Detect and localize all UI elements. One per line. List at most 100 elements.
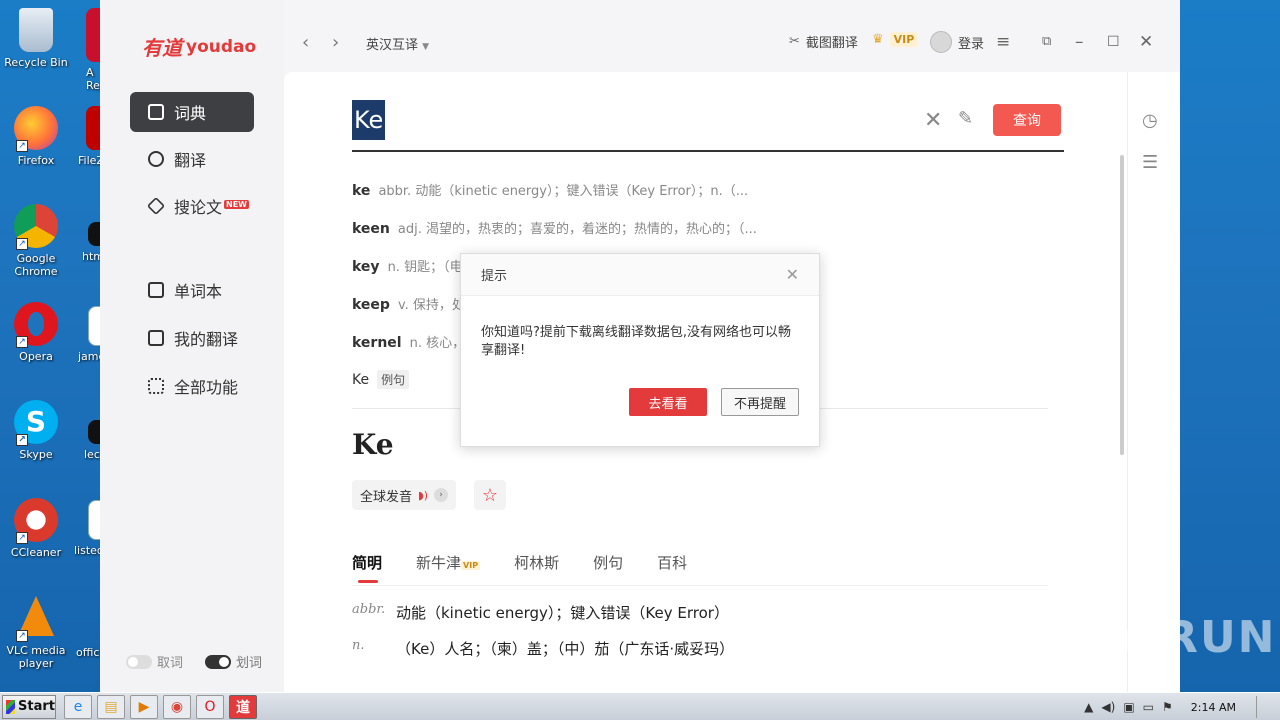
recycle-bin-icon: [19, 8, 53, 52]
chrome-icon: ↗: [14, 204, 58, 250]
power-icon[interactable]: ▭: [1143, 700, 1154, 714]
tab-concise[interactable]: 简明: [352, 552, 382, 585]
new-badge: NEW: [224, 199, 249, 209]
tab-encyclopedia[interactable]: 百科: [657, 552, 687, 585]
example-sentence-tag[interactable]: 例句: [377, 370, 410, 389]
desktop-icon-recycle-bin[interactable]: Recycle Bin: [0, 8, 72, 69]
definition-line: abbr. 动能（kinetic energy）；键入错误（Key Error）: [352, 602, 729, 622]
edit-document-icon: [148, 330, 164, 346]
wordbook-icon: [148, 282, 164, 298]
search-input[interactable]: Ke: [352, 100, 386, 140]
dont-remind-button[interactable]: 不再提醒: [721, 388, 799, 416]
dialog-title: 提示: [481, 269, 508, 284]
dictionary-tabs: 简明 新牛津 VIP 柯林斯 例句 百科: [352, 552, 1048, 586]
screenshot-translate-button[interactable]: ✂ 截图翻译: [789, 32, 858, 51]
menu-icon[interactable]: ≡: [996, 32, 1010, 52]
favorite-star-icon[interactable]: ☆: [474, 480, 506, 510]
vlc-icon: ↗: [14, 596, 58, 642]
skype-icon: S ↗: [14, 400, 58, 446]
go-see-button[interactable]: 去看看: [629, 388, 707, 416]
search-box[interactable]: Ke ✕ ✎ 查询: [352, 100, 1064, 152]
scissors-icon: ✂: [789, 34, 800, 49]
translate-icon: [148, 151, 164, 167]
forward-icon[interactable]: ›: [332, 32, 339, 53]
dialog-header: 提示 ✕: [461, 254, 819, 296]
suggestion-item[interactable]: keen adj. 渴望的，热衷的；喜爱的，着迷的；热情的，热心的；（...: [352, 218, 757, 237]
toggle-switch[interactable]: [205, 654, 232, 669]
desktop-icon-vlc[interactable]: ↗ VLC media player: [0, 596, 72, 670]
offline-tip-dialog: 提示 ✕ 你知道吗?提前下载离线翻译数据包,没有网络也可以畅享翻译! 去看看 不…: [460, 253, 820, 447]
toggle-switch[interactable]: [126, 654, 152, 669]
suggestion-item[interactable]: Ke 例句: [352, 370, 410, 389]
definition-line: n. （Ke）人名；（柬）盖；（中）茄（广东话·威妥玛）: [352, 638, 735, 658]
chevron-right-icon[interactable]: ›: [434, 488, 449, 502]
vip-button[interactable]: ♛ VIP: [872, 32, 919, 47]
opera-icon[interactable]: O: [196, 694, 224, 719]
tab-examples[interactable]: 例句: [593, 552, 623, 585]
headword: Ke: [352, 428, 394, 461]
network-icon[interactable]: ▣: [1123, 700, 1134, 714]
desktop-icon-ccleaner[interactable]: ↗ CCleaner: [0, 498, 72, 559]
suggestion-item[interactable]: ke abbr. 动能（kinetic energy）；键入错误（Key Err…: [352, 180, 748, 199]
handwriting-icon[interactable]: ✎: [958, 108, 973, 129]
nav-paper-search[interactable]: 搜论文 NEW: [130, 186, 254, 226]
clock[interactable]: 2:14 AM: [1191, 701, 1236, 714]
vip-crown-icon: ♛: [872, 32, 884, 47]
chrome-icon[interactable]: ◉: [163, 694, 191, 719]
youdao-logo: 有道 youdao: [142, 36, 257, 60]
tab-new-oxford[interactable]: 新牛津 VIP: [416, 552, 481, 585]
opera-icon: ↗: [14, 302, 58, 348]
media-player-icon[interactable]: ▶: [130, 694, 158, 719]
system-tray: ▲ ◀) ▣ ▭ ⚑ 2:14 AM: [1074, 693, 1280, 720]
dialog-actions: 去看看 不再提醒: [629, 388, 799, 416]
query-button[interactable]: 查询: [993, 104, 1061, 136]
maximize-icon[interactable]: ☐: [1107, 34, 1120, 50]
volume-icon[interactable]: ◀): [1101, 700, 1115, 714]
clear-icon[interactable]: ✕: [924, 108, 942, 133]
vip-badge: VIP: [461, 561, 481, 570]
desktop-icon-opera[interactable]: ↗ Opera: [0, 302, 72, 363]
start-button[interactable]: Start: [2, 694, 56, 719]
login-button[interactable]: 登录: [930, 31, 984, 53]
pronunciation-button[interactable]: 全球发音 ◗) ›: [352, 480, 457, 510]
right-rail: ◷ ☰: [1127, 72, 1180, 692]
nav-translate[interactable]: 翻译: [130, 139, 254, 179]
tab-collins[interactable]: 柯林斯: [514, 552, 559, 585]
history-clock-icon[interactable]: ◷: [1142, 110, 1158, 131]
ccleaner-icon: ↗: [14, 498, 58, 544]
language-mode-select[interactable]: 英汉互译 ▼: [366, 34, 429, 53]
grid-icon: [148, 378, 164, 394]
back-icon[interactable]: ‹: [302, 32, 309, 53]
minimize-icon[interactable]: –: [1075, 32, 1084, 52]
scrollbar[interactable]: [1120, 155, 1124, 455]
nav-wordbook[interactable]: 单词本: [130, 270, 254, 310]
action-center-flag-icon[interactable]: ⚑: [1162, 700, 1173, 714]
desktop-icon-firefox[interactable]: ↗ Firefox: [0, 106, 72, 167]
toggle-group: 取词 划词: [126, 652, 262, 671]
show-desktop-button[interactable]: [1256, 696, 1270, 718]
show-hidden-icons-icon[interactable]: ▲: [1084, 700, 1093, 714]
word-capture-toggle[interactable]: 取词: [126, 652, 183, 671]
topbar: ‹ › 英汉互译 ▼ ✂ 截图翻译 ♛ VIP 登录 ≡ ⧉ – ☐ ✕: [284, 0, 1180, 72]
dialog-close-icon[interactable]: ✕: [786, 265, 799, 284]
taskbar: Start e ▤ ▶ ◉ O 道 ▲ ◀) ▣ ▭ ⚑ 2:14 AM: [0, 692, 1280, 720]
close-window-icon[interactable]: ✕: [1139, 32, 1153, 52]
desktop-icon-skype[interactable]: S ↗ Skype: [0, 400, 72, 461]
youdao-icon[interactable]: 道: [229, 694, 257, 719]
avatar: [930, 31, 952, 53]
explorer-icon[interactable]: ▤: [97, 694, 125, 719]
desktop-icon-chrome[interactable]: ↗ Google Chrome: [0, 204, 72, 278]
ie-icon[interactable]: e: [64, 694, 92, 719]
selection-translate-toggle[interactable]: 划词: [205, 652, 262, 671]
dialog-message: 你知道吗?提前下载离线翻译数据包,没有网络也可以畅享翻译!: [481, 325, 792, 358]
nav-my-translations[interactable]: 我的翻译: [130, 318, 254, 358]
graduation-cap-icon: [146, 196, 166, 216]
pin-window-icon[interactable]: ⧉: [1042, 34, 1051, 49]
firefox-icon: ↗: [14, 106, 58, 152]
sidebar: 有道 youdao 词典 翻译 搜论文 NEW 单词本 我的翻译 全部功能 取词…: [100, 0, 284, 692]
nav-all-features[interactable]: 全部功能: [130, 366, 254, 406]
nav-dictionary[interactable]: 词典: [130, 92, 254, 132]
suggestion-item[interactable]: key n. 钥匙；（电: [352, 256, 463, 275]
settings-sliders-icon[interactable]: ☰: [1142, 152, 1158, 173]
speaker-icon[interactable]: ◗): [418, 489, 428, 502]
